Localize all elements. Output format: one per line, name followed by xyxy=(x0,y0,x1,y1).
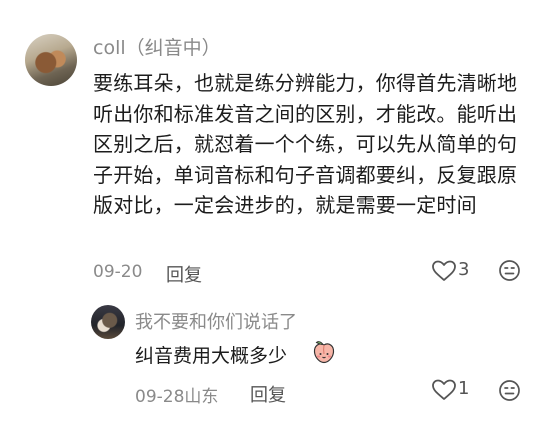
user-status: 纠音中 xyxy=(144,37,202,59)
heart-icon[interactable] xyxy=(431,378,457,402)
reply-text: 纠音费用大概多少 xyxy=(135,345,288,367)
like-count: 3 xyxy=(458,259,470,280)
reply-like-count: 1 xyxy=(458,378,470,399)
reply-username[interactable]: 我不要和你们说话了 xyxy=(135,308,297,334)
emoji-icon[interactable] xyxy=(498,259,521,282)
heart-icon[interactable] xyxy=(431,259,457,283)
reply-button[interactable]: 回复 xyxy=(166,261,202,287)
reply-location: 山东 xyxy=(184,387,219,407)
reply-date: 09-28山东 xyxy=(135,387,219,407)
avatar[interactable] xyxy=(25,34,77,86)
reply-reply-button[interactable]: 回复 xyxy=(250,381,286,407)
username-text[interactable]: coll xyxy=(93,37,126,59)
comment-date: 09-20 xyxy=(93,262,143,282)
comment-username[interactable]: coll（纠音中） xyxy=(93,33,221,60)
emoji-icon[interactable] xyxy=(498,379,521,402)
reply-avatar[interactable] xyxy=(91,305,125,339)
peach-emoji-icon xyxy=(311,339,337,365)
comment-text: 要练耳朵，也就是练分辨能力，你得首先清晰地听出你和标准发音之间的区别，才能改。能… xyxy=(93,71,518,217)
